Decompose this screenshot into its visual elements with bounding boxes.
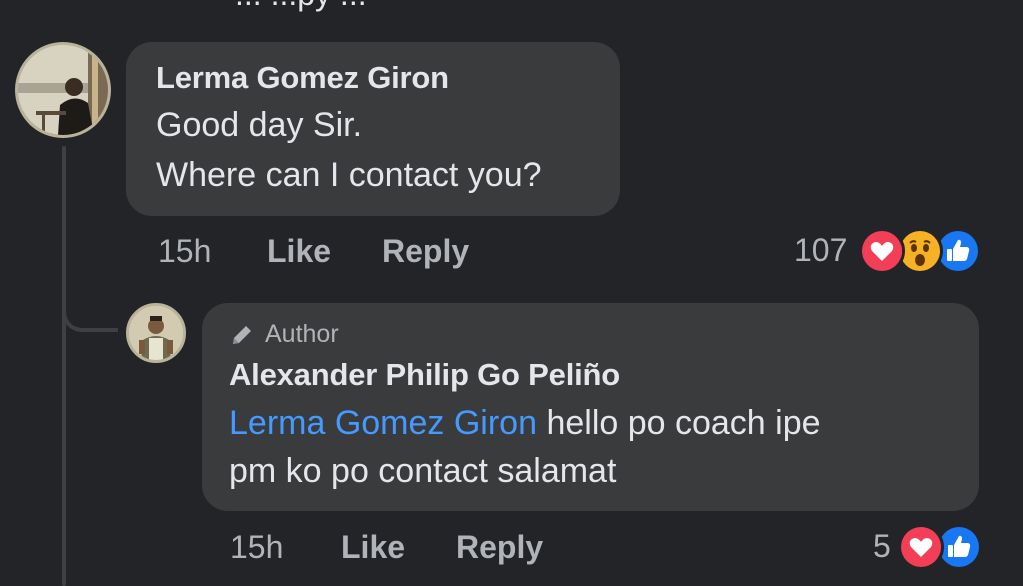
previous-comment-cropped-text: ... ...py ...	[235, 0, 367, 13]
thread-line	[62, 146, 66, 586]
reply-reply-button[interactable]: Reply	[456, 529, 543, 566]
reply-text-line-2: pm ko po contact salamat	[229, 452, 617, 490]
comment-text-line-1: Good day Sir.	[156, 106, 363, 144]
pencil-icon	[233, 325, 251, 344]
reply-text-part: hello po coach ipe	[537, 404, 821, 442]
comment-thread: ... ...py ... Lerma Gomez Giron Good day…	[0, 0, 1023, 586]
author-badge-label: Author	[265, 320, 339, 348]
reaction-count[interactable]: 107	[794, 232, 847, 269]
comment-timestamp[interactable]: 15h	[158, 233, 211, 270]
reply-reaction-count[interactable]: 5	[873, 528, 891, 565]
profile-photo-icon	[129, 306, 183, 360]
like-button[interactable]: Like	[267, 233, 331, 270]
reply-avatar[interactable]	[126, 303, 186, 363]
reply-like-button[interactable]: Like	[341, 529, 405, 566]
comment-text-line-2: Where can I contact you?	[156, 156, 542, 194]
reply-author-name[interactable]: Alexander Philip Go Peliño	[229, 357, 620, 393]
avatar[interactable]	[15, 42, 111, 138]
profile-photo-icon	[18, 45, 108, 135]
reply-button[interactable]: Reply	[382, 233, 469, 270]
comment-author-name[interactable]: Lerma Gomez Giron	[156, 60, 449, 96]
love-reaction-icon[interactable]	[859, 228, 905, 274]
author-badge: Author	[229, 320, 339, 349]
love-reaction-icon[interactable]	[898, 524, 944, 570]
reply-connector-line	[62, 290, 118, 332]
reply-text-line-1: Lerma Gomez Giron hello po coach ipe	[229, 404, 821, 443]
reply-timestamp[interactable]: 15h	[230, 529, 283, 566]
mention-link[interactable]: Lerma Gomez Giron	[229, 404, 537, 442]
